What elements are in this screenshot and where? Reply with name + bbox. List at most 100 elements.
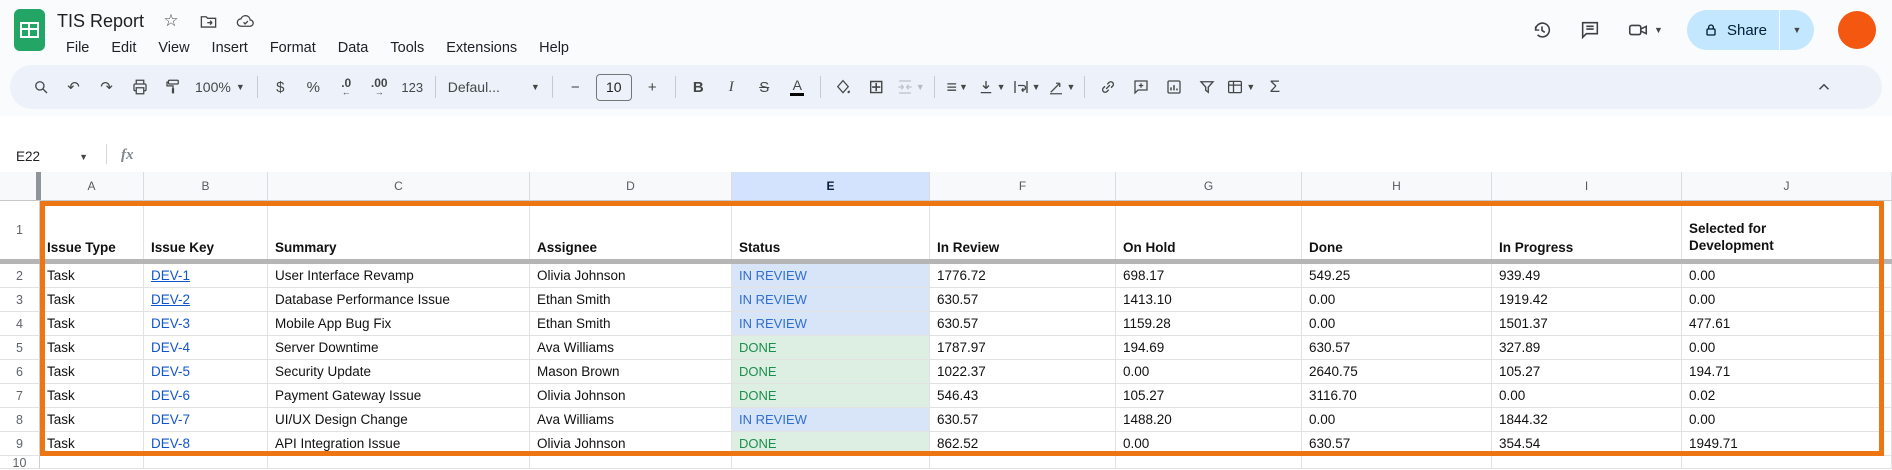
- bold-button[interactable]: B: [682, 73, 715, 101]
- cell-in-review[interactable]: 1022.37: [930, 360, 1116, 384]
- move-folder-icon[interactable]: [198, 11, 218, 31]
- share-button[interactable]: Share ▼: [1687, 10, 1814, 50]
- cell-issue-key-link[interactable]: DEV-3: [144, 312, 268, 336]
- row-number[interactable]: 3: [0, 288, 40, 312]
- cell-on-hold[interactable]: 1488.20: [1116, 408, 1302, 432]
- cell-issue-type[interactable]: Task: [40, 264, 144, 288]
- currency-format-button[interactable]: $: [264, 73, 297, 101]
- menu-tools[interactable]: Tools: [381, 38, 433, 58]
- cloud-saved-icon[interactable]: [235, 11, 255, 31]
- cell-summary[interactable]: Server Downtime: [268, 336, 530, 360]
- strikethrough-button[interactable]: S: [748, 73, 781, 101]
- cell-issue-type[interactable]: Task: [40, 336, 144, 360]
- cell-summary[interactable]: Mobile App Bug Fix: [268, 312, 530, 336]
- cell-status[interactable]: IN REVIEW: [732, 312, 930, 336]
- cell-summary[interactable]: Security Update: [268, 360, 530, 384]
- row-number[interactable]: 4: [0, 312, 40, 336]
- column-header-c[interactable]: C: [268, 172, 530, 201]
- cell-selected-for-dev[interactable]: 1949.71: [1682, 432, 1892, 456]
- text-color-button[interactable]: A: [781, 73, 814, 101]
- account-avatar[interactable]: [1838, 11, 1876, 49]
- redo-button[interactable]: ↷: [90, 73, 123, 101]
- cell-status[interactable]: DONE: [732, 432, 930, 456]
- cell-issue-type[interactable]: Task: [40, 432, 144, 456]
- cell-on-hold[interactable]: 0.00: [1116, 432, 1302, 456]
- cell-issue-type[interactable]: Task: [40, 408, 144, 432]
- cell-assignee[interactable]: Olivia Johnson: [530, 264, 732, 288]
- cell-assignee[interactable]: Ethan Smith: [530, 312, 732, 336]
- percent-format-button[interactable]: %: [297, 73, 330, 101]
- cell-in-progress[interactable]: 354.54: [1492, 432, 1682, 456]
- font-family-control[interactable]: Defaul...▼: [442, 73, 546, 101]
- menu-view[interactable]: View: [149, 38, 198, 58]
- header-selected-for-development[interactable]: Selected for Development: [1682, 201, 1892, 259]
- cell-status[interactable]: IN REVIEW: [732, 264, 930, 288]
- row-number[interactable]: 10: [0, 456, 40, 469]
- header-issue-key[interactable]: Issue Key: [144, 201, 268, 259]
- text-rotation-button[interactable]: ▼: [1044, 73, 1079, 101]
- cell-selected-for-dev[interactable]: 0.00: [1682, 264, 1892, 288]
- column-header-b[interactable]: B: [144, 172, 268, 201]
- column-header-j[interactable]: J: [1682, 172, 1892, 201]
- select-all-corner[interactable]: [0, 172, 40, 201]
- cell-done[interactable]: 0.00: [1302, 312, 1492, 336]
- column-header-f[interactable]: F: [930, 172, 1116, 201]
- paint-format-button[interactable]: [156, 73, 189, 101]
- freeze-column-handle[interactable]: [36, 172, 41, 200]
- borders-button[interactable]: ⊞: [860, 73, 893, 101]
- insert-comment-button[interactable]: [1124, 73, 1157, 101]
- cell-issue-type[interactable]: Task: [40, 288, 144, 312]
- cell-done[interactable]: 0.00: [1302, 408, 1492, 432]
- cell-issue-key-link[interactable]: DEV-4: [144, 336, 268, 360]
- cell-status[interactable]: IN REVIEW: [732, 408, 930, 432]
- column-header-i[interactable]: I: [1492, 172, 1682, 201]
- cell-issue-key-link[interactable]: DEV-1: [144, 264, 268, 288]
- column-header-h[interactable]: H: [1302, 172, 1492, 201]
- header-assignee[interactable]: Assignee: [530, 201, 732, 259]
- row-number[interactable]: 7: [0, 384, 40, 408]
- cell-in-review[interactable]: 630.57: [930, 288, 1116, 312]
- cell-selected-for-dev[interactable]: 0.02: [1682, 384, 1892, 408]
- functions-button[interactable]: Σ: [1258, 73, 1291, 101]
- cell-done[interactable]: 630.57: [1302, 336, 1492, 360]
- row-number[interactable]: 9: [0, 432, 40, 456]
- cell-summary[interactable]: UI/UX Design Change: [268, 408, 530, 432]
- cell-issue-key-link[interactable]: DEV-7: [144, 408, 268, 432]
- cell-status[interactable]: DONE: [732, 336, 930, 360]
- cell-issue-type[interactable]: Task: [40, 312, 144, 336]
- italic-button[interactable]: I: [715, 73, 748, 101]
- cell-issue-type[interactable]: Task: [40, 384, 144, 408]
- cell-selected-for-dev[interactable]: 0.00: [1682, 336, 1892, 360]
- cell-in-review[interactable]: 630.57: [930, 408, 1116, 432]
- sheets-logo-icon[interactable]: [14, 9, 45, 51]
- fill-color-button[interactable]: [827, 73, 860, 101]
- cell-in-progress[interactable]: 1501.37: [1492, 312, 1682, 336]
- cell-on-hold[interactable]: 1413.10: [1116, 288, 1302, 312]
- column-header-d[interactable]: D: [530, 172, 732, 201]
- vertical-align-button[interactable]: ▼: [974, 73, 1009, 101]
- collapse-toolbar-button[interactable]: [1807, 73, 1840, 101]
- cell-assignee[interactable]: Ava Williams: [530, 336, 732, 360]
- print-button[interactable]: [123, 73, 156, 101]
- number-format-button[interactable]: 123: [396, 73, 429, 101]
- menu-data[interactable]: Data: [329, 38, 378, 58]
- cell-in-progress[interactable]: 939.49: [1492, 264, 1682, 288]
- version-history-icon[interactable]: [1530, 18, 1554, 42]
- cell-in-review[interactable]: 630.57: [930, 312, 1116, 336]
- column-header-g[interactable]: G: [1116, 172, 1302, 201]
- name-box[interactable]: E22 ▼: [16, 149, 88, 164]
- cell-on-hold[interactable]: 0.00: [1116, 360, 1302, 384]
- column-header-e-selected[interactable]: E: [732, 172, 930, 201]
- menu-file[interactable]: File: [57, 38, 98, 58]
- increase-font-size-button[interactable]: +: [636, 73, 669, 101]
- cell-assignee[interactable]: Olivia Johnson: [530, 384, 732, 408]
- cell-done[interactable]: 2640.75: [1302, 360, 1492, 384]
- column-header-a[interactable]: A: [40, 172, 144, 201]
- menu-format[interactable]: Format: [261, 38, 325, 58]
- row-number[interactable]: 2: [0, 264, 40, 288]
- decrease-font-size-button[interactable]: −: [559, 73, 592, 101]
- cell-selected-for-dev[interactable]: 0.00: [1682, 408, 1892, 432]
- cell-summary[interactable]: Database Performance Issue: [268, 288, 530, 312]
- header-in-review[interactable]: In Review: [930, 201, 1116, 259]
- cell-issue-key-link[interactable]: DEV-2: [144, 288, 268, 312]
